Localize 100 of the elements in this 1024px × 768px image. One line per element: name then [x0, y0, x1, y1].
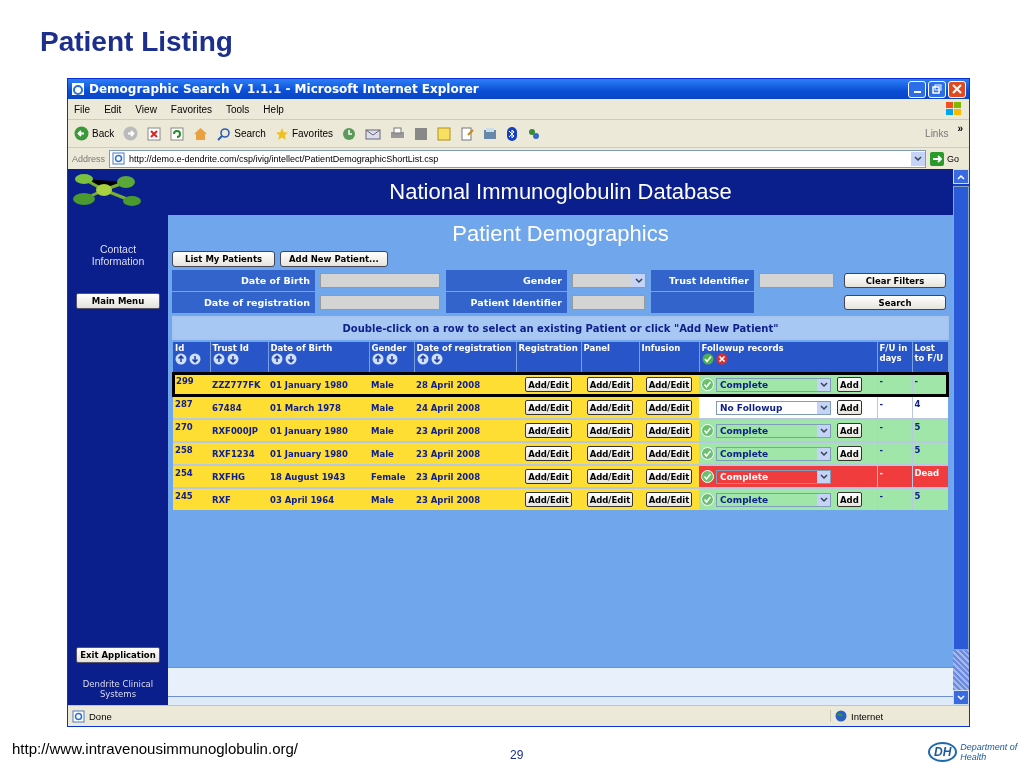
tick-icon	[701, 424, 714, 437]
add-edit-button[interactable]: Add/Edit	[645, 469, 693, 484]
table-cell: 5	[912, 442, 948, 465]
table-cell: Female	[369, 465, 414, 488]
table-row[interactable]: 299 ZZZ777FK 01 January 1980 Male 28 April 2008 Add/Edit Add/Edit Add/Edit Complete Add - -	[173, 373, 948, 396]
add-edit-button[interactable]: Add/Edit	[525, 423, 572, 438]
followup-select[interactable]: Complete	[716, 446, 831, 461]
followup-select[interactable]: Complete	[716, 377, 831, 392]
tick-icon[interactable]	[701, 353, 714, 365]
menu-item[interactable]: File	[74, 103, 91, 115]
table-cell: Dead	[912, 465, 948, 488]
sort-descending-icon[interactable]	[284, 353, 297, 365]
table-cell: -	[877, 373, 912, 396]
mail-icon[interactable]	[365, 126, 382, 141]
filter-input[interactable]	[320, 273, 440, 288]
action-button[interactable]: List My Patients	[172, 251, 275, 267]
add-edit-button[interactable]: Add/Edit	[525, 377, 572, 392]
add-edit-button[interactable]: Add/Edit	[525, 492, 572, 507]
bluetooth-icon[interactable]	[506, 126, 519, 141]
menu-item[interactable]: Favorites	[170, 103, 212, 115]
tick-icon	[701, 378, 714, 391]
research-icon[interactable]	[460, 126, 475, 141]
table-cell: 23 April 2008	[414, 419, 516, 442]
followup-select[interactable]: No Followup	[716, 400, 831, 415]
add-edit-button[interactable]: Add/Edit	[586, 377, 634, 392]
toolbar-overflow-button[interactable]: »	[957, 123, 963, 134]
go-button[interactable]: Go	[930, 151, 965, 166]
contact-information-link[interactable]: Contact Information	[83, 243, 153, 267]
filter-input[interactable]	[572, 295, 645, 310]
table-cell: 28 April 2008	[414, 373, 516, 396]
dropdown-button[interactable]	[911, 151, 925, 166]
add-button[interactable]: Add	[837, 400, 862, 415]
sort-descending-icon[interactable]	[226, 353, 239, 365]
column-title: Followup records	[701, 343, 785, 353]
search-button[interactable]: Search	[844, 295, 946, 310]
sort-ascending-icon[interactable]	[270, 353, 283, 365]
exit-application-button[interactable]: Exit Application	[76, 647, 160, 663]
browser-icon	[71, 82, 85, 96]
column-title: Panel	[583, 343, 611, 353]
add-edit-button[interactable]: Add/Edit	[525, 446, 572, 461]
favorites-button[interactable]: Favorites	[274, 126, 334, 141]
main-menu-button[interactable]: Main Menu	[76, 293, 160, 309]
table-cell: -	[877, 488, 912, 510]
add-edit-button[interactable]: Add/Edit	[586, 446, 634, 461]
followup-select[interactable]: Complete	[716, 492, 831, 507]
table-cell: -	[877, 442, 912, 465]
add-button[interactable]: Add	[837, 446, 862, 461]
print-icon[interactable]	[390, 126, 406, 141]
add-button[interactable]: Add	[837, 492, 862, 507]
add-edit-button[interactable]: Add/Edit	[645, 423, 693, 438]
followup-select[interactable]: Complete	[716, 423, 831, 438]
star-icon	[274, 126, 289, 141]
table-row[interactable]: 245 RXF 03 April 1964 Male 23 April 2008 Add/Edit Add/Edit Add/Edit Complete Add - 5	[173, 488, 948, 510]
add-edit-button[interactable]: Add/Edit	[586, 492, 634, 507]
add-edit-button[interactable]: Add/Edit	[645, 400, 693, 415]
filter-input[interactable]	[320, 295, 440, 310]
add-edit-button[interactable]: Add/Edit	[645, 446, 693, 461]
address-field[interactable]: http://demo.e-dendrite.com/csp/ivig/intellect/PatientDemographicShortList.csp	[109, 149, 926, 168]
refresh-icon[interactable]	[170, 126, 185, 141]
table-cell: 01 January 1980	[268, 442, 369, 465]
cross-icon[interactable]	[715, 353, 728, 365]
sort-ascending-icon[interactable]	[212, 353, 225, 365]
add-button[interactable]: Add	[837, 423, 862, 438]
search-button[interactable]: Search	[217, 126, 266, 141]
clear-filters-button[interactable]: Clear Filters	[844, 273, 946, 288]
scroll-down-button[interactable]	[953, 690, 969, 705]
menu-item[interactable]: Tools	[226, 103, 250, 115]
stop-icon[interactable]	[147, 126, 162, 141]
history-icon[interactable]	[342, 126, 357, 141]
close-button[interactable]	[948, 80, 966, 98]
scroll-up-button[interactable]	[953, 169, 969, 184]
sort-descending-icon[interactable]	[430, 353, 443, 365]
menu-item[interactable]: Edit	[104, 103, 122, 115]
add-edit-button[interactable]: Add/Edit	[586, 423, 634, 438]
add-edit-button[interactable]: Add/Edit	[645, 377, 693, 392]
sort-descending-icon[interactable]	[189, 353, 201, 365]
caret-icon	[819, 381, 828, 388]
table-cell: 5	[912, 488, 948, 510]
restore-button[interactable]	[928, 80, 946, 98]
add-button[interactable]: Add	[837, 377, 862, 392]
menu-item[interactable]: Help	[263, 103, 284, 115]
caret-icon	[819, 496, 828, 503]
add-edit-button[interactable]: Add/Edit	[525, 400, 572, 415]
action-button[interactable]: Add New Patient...	[280, 251, 388, 267]
minimize-button[interactable]	[908, 80, 926, 98]
add-edit-button[interactable]: Add/Edit	[525, 469, 572, 484]
filter-input[interactable]	[759, 273, 834, 288]
sort-ascending-icon[interactable]	[175, 353, 187, 365]
add-edit-button[interactable]: Add/Edit	[586, 469, 634, 484]
followup-select[interactable]: Complete	[716, 469, 831, 484]
sort-ascending-icon[interactable]	[371, 353, 384, 365]
sort-ascending-icon[interactable]	[416, 353, 429, 365]
windows-flag-icon	[945, 101, 963, 117]
add-edit-button[interactable]: Add/Edit	[586, 400, 634, 415]
sort-descending-icon[interactable]	[385, 353, 398, 365]
tick-icon	[701, 447, 714, 460]
add-edit-button[interactable]: Add/Edit	[645, 492, 693, 507]
menu-item[interactable]: View	[135, 103, 157, 115]
back-button[interactable]: Back	[74, 126, 115, 141]
links-button[interactable]: Links	[925, 128, 949, 139]
